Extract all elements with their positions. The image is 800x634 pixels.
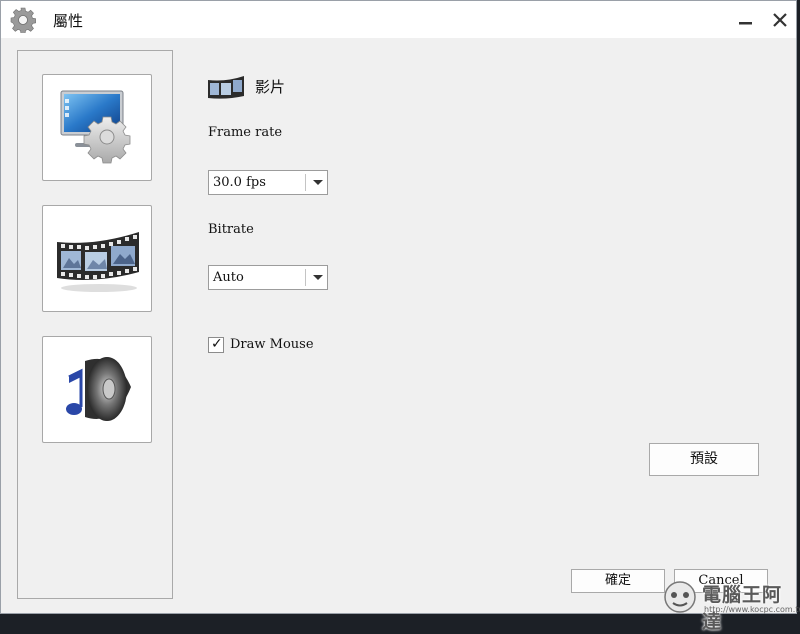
draw-mouse-label[interactable]: Draw Mouse bbox=[230, 337, 314, 352]
sidebar-item-display[interactable] bbox=[42, 74, 152, 181]
checkmark-icon: ✓ bbox=[211, 336, 223, 352]
frame-rate-label: Frame rate bbox=[208, 125, 283, 140]
title-bar[interactable]: 屬性 bbox=[1, 1, 796, 38]
bitrate-select[interactable]: Auto bbox=[208, 265, 328, 290]
window-title: 屬性 bbox=[53, 12, 84, 30]
film-strip-icon bbox=[57, 232, 139, 292]
bitrate-label: Bitrate bbox=[208, 222, 254, 237]
minimize-icon[interactable] bbox=[736, 10, 756, 30]
category-sidebar bbox=[17, 50, 173, 599]
cancel-button[interactable]: Cancel bbox=[674, 569, 768, 593]
chevron-down-icon[interactable] bbox=[313, 180, 323, 185]
frame-rate-value: 30.0 fps bbox=[213, 175, 266, 190]
reset-default-button[interactable]: 預設 bbox=[649, 443, 759, 476]
dropdown-divider bbox=[305, 174, 306, 191]
ok-button[interactable]: 確定 bbox=[571, 569, 665, 593]
sidebar-item-video[interactable] bbox=[42, 205, 152, 312]
dropdown-divider bbox=[305, 269, 306, 286]
draw-mouse-checkbox[interactable]: ✓ bbox=[208, 336, 224, 353]
properties-window: 屬性 影片 Frame rate 30.0 fps Bitrate Auto ✓… bbox=[0, 0, 797, 614]
sidebar-item-audio[interactable] bbox=[42, 336, 152, 443]
film-strip-icon bbox=[208, 76, 244, 99]
speaker-music-icon bbox=[66, 357, 131, 421]
gear-icon bbox=[10, 7, 36, 33]
frame-rate-select[interactable]: 30.0 fps bbox=[208, 170, 328, 195]
bitrate-value: Auto bbox=[213, 270, 244, 285]
close-icon[interactable] bbox=[770, 10, 790, 30]
section-title: 影片 bbox=[255, 78, 286, 96]
chevron-down-icon[interactable] bbox=[313, 275, 323, 280]
monitor-settings-icon bbox=[60, 90, 131, 164]
